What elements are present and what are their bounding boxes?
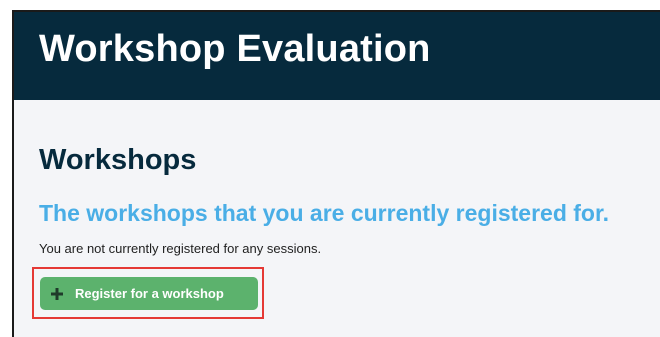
register-workshop-button[interactable]: Register for a workshop [40, 277, 258, 310]
plus-icon [51, 287, 63, 300]
registered-workshops-heading: The workshops that you are currently reg… [39, 200, 610, 226]
main-content: Workshops The workshops that you are cur… [14, 100, 660, 337]
page-header: Workshop Evaluation [14, 12, 660, 100]
empty-state-message: You are not currently registered for any… [39, 241, 322, 256]
section-title: Workshops [39, 144, 197, 176]
app-window: Workshop Evaluation Workshops The worksh… [12, 10, 660, 337]
app-title: Workshop Evaluation [39, 28, 431, 70]
register-workshop-label: Register for a workshop [75, 286, 224, 301]
